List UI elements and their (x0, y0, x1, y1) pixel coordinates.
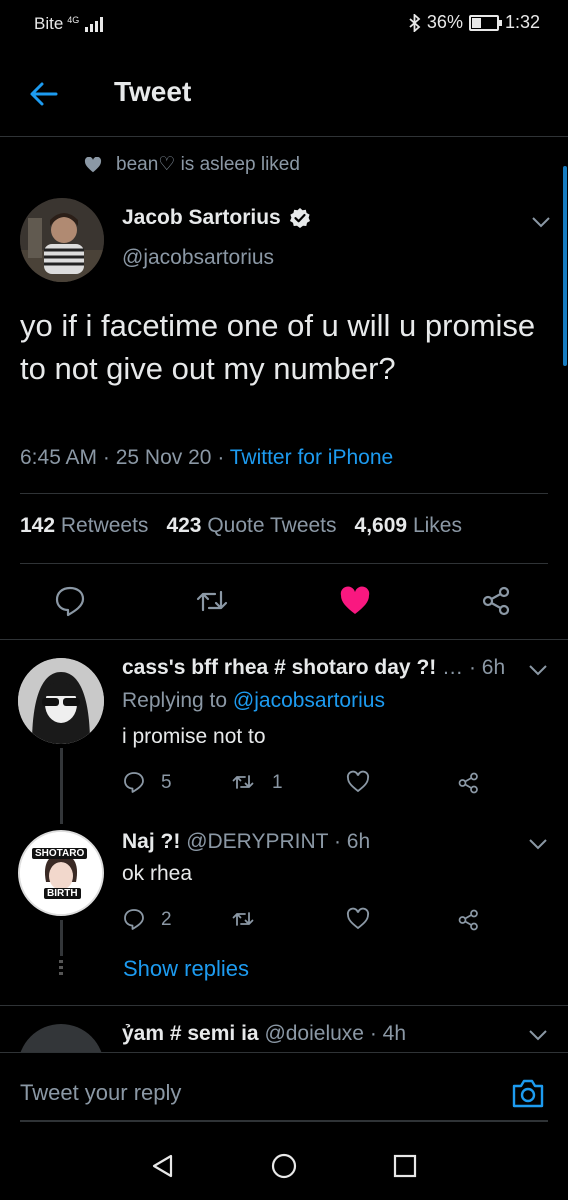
back-triangle-icon[interactable] (150, 1153, 176, 1179)
heart-icon (84, 156, 102, 172)
status-bar: Bite 4G 36% 1:32 (0, 0, 568, 48)
reply-display-name[interactable]: Naj ?! (122, 830, 180, 853)
reply-handle[interactable]: @DERYPRINT (186, 830, 328, 853)
tweet-text: yo if i facetime one of u will u promise… (20, 308, 536, 386)
social-context-text: bean♡ is asleep liked (116, 154, 300, 175)
reply-avatar[interactable]: SHOTARO BIRTH (18, 830, 104, 916)
share-icon[interactable] (457, 908, 481, 932)
page-title: Tweet (114, 76, 192, 107)
show-replies-link[interactable]: Show replies (123, 956, 249, 982)
retweets-count: 142 (20, 514, 56, 537)
reply-header[interactable]: cass's bff rhea # shotaro day ?! … · 6h (122, 656, 505, 680)
tweet-meta: 6:45 AM · 25 Nov 20 · Twitter for iPhone (20, 446, 393, 470)
network-type: 4G (67, 15, 80, 25)
meta-separator: · (217, 446, 230, 469)
retweets-stat[interactable]: 142 Retweets (20, 514, 148, 538)
quotes-label: Quote Tweets (207, 514, 337, 537)
divider (0, 639, 568, 640)
likes-count: 4,609 (354, 514, 408, 537)
engagement-stats: 142 Retweets 423 Quote Tweets 4,609 Like… (20, 514, 462, 538)
replying-to-link[interactable]: @jacobsartorius (233, 689, 385, 712)
tweet-date: 25 Nov 20 (115, 446, 212, 469)
avatar-photo (20, 198, 104, 282)
author-name[interactable]: Jacob Sartorius (122, 206, 281, 230)
quotes-count: 423 (166, 514, 202, 537)
back-arrow-icon[interactable] (28, 80, 60, 108)
tweet-time: 6:45 AM (20, 446, 98, 469)
like-heart-icon[interactable] (346, 770, 370, 794)
reply-icon[interactable] (53, 584, 87, 618)
reply-display-name[interactable]: ỷam # semi ia (122, 1022, 259, 1045)
thread-dots (59, 960, 63, 978)
author-name-row[interactable]: Jacob Sartorius (122, 206, 311, 230)
name-ellipsis: … (442, 656, 464, 679)
likes-stat[interactable]: 4,609 Likes (355, 514, 462, 538)
reply-age: · 4h (369, 1022, 407, 1045)
home-circle-icon[interactable] (270, 1152, 298, 1180)
reply-avatar[interactable] (18, 658, 104, 744)
share-icon[interactable] (457, 771, 481, 795)
divider (20, 563, 548, 564)
quotes-stat[interactable]: 423 Quote Tweets (166, 514, 336, 538)
camera-icon[interactable] (510, 1076, 546, 1110)
reply-display-name[interactable]: cass's bff rhea # shotaro day ?! (122, 656, 436, 679)
reply-handle[interactable]: @doieluxe (264, 1022, 364, 1045)
author-avatar[interactable] (20, 198, 104, 282)
clock: 1:32 (504, 12, 540, 32)
chevron-down-icon[interactable] (527, 1027, 549, 1043)
thread-line (60, 748, 63, 824)
reply-text: ok rhea (122, 862, 193, 885)
carrier-label: Bite (34, 14, 64, 33)
author-handle[interactable]: @jacobsartorius (122, 246, 274, 270)
reply-avatar[interactable] (18, 1024, 104, 1052)
signal-icon (85, 16, 104, 32)
reply-header[interactable]: Naj ?! @DERYPRINT · 6h (122, 830, 370, 854)
reply-input[interactable]: Tweet your reply (20, 1080, 181, 1106)
avatar-photo (18, 658, 104, 744)
reply-input-underline (20, 1120, 548, 1122)
chevron-down-icon[interactable] (530, 214, 552, 230)
like-heart-icon[interactable] (346, 907, 370, 931)
verified-badge-icon (289, 208, 310, 228)
reply-text: i promise not to (122, 725, 266, 748)
avatar-caption-bottom: BIRTH (44, 888, 81, 899)
chevron-down-icon[interactable] (527, 836, 549, 852)
retweet-icon[interactable] (231, 770, 255, 794)
status-right: 36% 1:32 (409, 12, 540, 33)
scrollbar-thumb[interactable] (563, 166, 567, 366)
header-bar (0, 48, 568, 137)
reply-count: 2 (161, 909, 172, 930)
battery-fill (471, 17, 482, 28)
divider (0, 1005, 568, 1006)
avatar-caption-top: SHOTARO (32, 848, 88, 859)
battery-percent: 36% (426, 12, 463, 32)
retweet-icon[interactable] (231, 907, 255, 931)
tweet-source-link[interactable]: Twitter for iPhone (230, 446, 393, 469)
retweet-icon[interactable] (195, 584, 229, 618)
thread-line (60, 920, 63, 956)
bluetooth-icon (409, 13, 421, 32)
reply-count: 5 (161, 772, 172, 793)
avatar-photo (18, 1024, 104, 1052)
social-context: bean♡ is asleep liked (84, 153, 300, 176)
reply-header[interactable]: ỷam # semi ia @doieluxe · 4h (122, 1022, 406, 1046)
liked-heart-icon[interactable] (338, 584, 372, 618)
chevron-down-icon[interactable] (527, 662, 549, 678)
avatar-photo (20, 832, 102, 914)
reply-age: · 6h (468, 656, 506, 679)
status-left: Bite 4G (34, 14, 104, 34)
retweet-count: 1 (272, 772, 283, 793)
meta-separator: · (102, 446, 116, 469)
reply-age: · 6h (333, 830, 371, 853)
recents-square-icon[interactable] (392, 1153, 418, 1179)
battery-icon (468, 14, 502, 31)
likes-label: Likes (412, 514, 462, 537)
replying-prefix: Replying to (122, 689, 228, 712)
reply-icon[interactable] (122, 907, 146, 931)
share-icon[interactable] (480, 584, 514, 618)
reply-icon[interactable] (122, 770, 146, 794)
retweets-label: Retweets (60, 514, 149, 537)
divider (20, 493, 548, 494)
replying-to: Replying to @jacobsartorius (122, 689, 385, 713)
